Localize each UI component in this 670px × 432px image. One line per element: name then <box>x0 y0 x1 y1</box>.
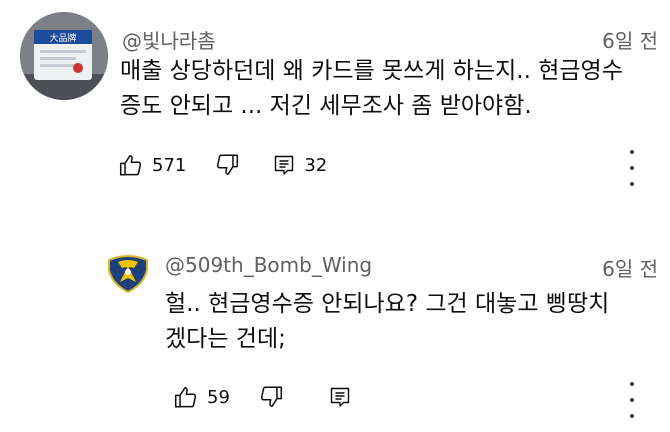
comment-time[interactable]: 6일 전 <box>602 25 658 54</box>
thumbs-down-icon <box>260 386 282 407</box>
thumbs-up-icon <box>119 155 142 176</box>
comment-author[interactable]: @빛나라촘 <box>122 25 216 54</box>
more-vert-icon[interactable] <box>620 382 644 418</box>
reply-author[interactable]: @509th_Bomb_Wing <box>165 253 372 277</box>
more-vert-icon[interactable] <box>620 150 644 186</box>
comment-actions: 571 32 <box>118 152 327 178</box>
dislike-button[interactable] <box>214 152 240 178</box>
reply-icon <box>275 155 294 175</box>
commenter-avatar[interactable]: 大品牌 <box>20 12 108 100</box>
like-count: 571 <box>152 154 187 176</box>
dislike-button[interactable] <box>258 384 284 410</box>
reply-actions: 59 <box>173 384 352 410</box>
thumbs-up-icon <box>174 387 197 408</box>
like-count: 59 <box>207 386 230 408</box>
reply-icon <box>330 387 350 407</box>
like-button[interactable]: 571 <box>118 152 186 178</box>
reply-text-line: 헐.. 현금영수증 안되나요? 그건 대놓고 삥땅치 <box>165 291 610 317</box>
replies-button[interactable]: 32 <box>272 153 327 177</box>
comment-text-line: 증도 안되고 ... 저긴 세무조사 좀 받아야함. <box>120 93 532 119</box>
reply-text-line: 겠다는 건데; <box>165 326 286 352</box>
reply-avatar[interactable] <box>104 248 152 296</box>
reply-button[interactable] <box>328 385 352 409</box>
reply-count: 32 <box>304 154 328 176</box>
comment-text-line: 매출 상당하던데 왜 카드를 못쓰게 하는지.. 현금영수 <box>120 58 623 84</box>
thumbs-down-icon <box>217 154 239 175</box>
comment-text: 매출 상당하던데 왜 카드를 못쓰게 하는지.. 현금영수 증도 안되고 ...… <box>120 54 623 124</box>
reply-time[interactable]: 6일 전 <box>602 253 658 282</box>
avatar-label: 大品牌 <box>49 32 76 44</box>
like-button[interactable]: 59 <box>173 384 230 410</box>
reply-text: 헐.. 현금영수증 안되나요? 그건 대놓고 삥땅치 겠다는 건데; <box>165 287 609 357</box>
